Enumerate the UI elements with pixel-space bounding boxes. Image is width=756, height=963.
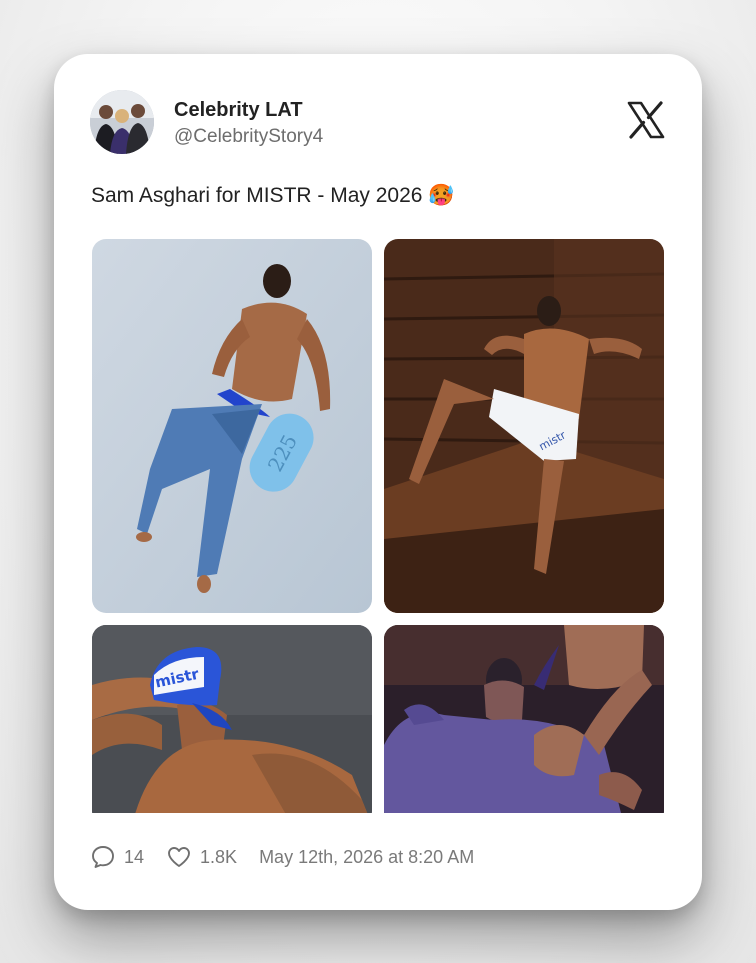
photo-1[interactable]: 225 xyxy=(92,239,372,613)
tweet-footer: 14 1.8K May 12th, 2026 at 8:20 AM xyxy=(90,842,666,872)
tweet-timestamp[interactable]: May 12th, 2026 at 8:20 AM xyxy=(259,847,474,868)
author-names: Celebrity LAT @CelebrityStory4 xyxy=(174,98,323,150)
like-count: 1.8K xyxy=(200,846,238,867)
heart-icon xyxy=(168,847,190,867)
photo-4[interactable] xyxy=(384,625,664,813)
reply-button[interactable]: 14 xyxy=(90,844,144,870)
author-handle[interactable]: @CelebrityStory4 xyxy=(174,124,323,150)
media-grid: 225 mistr mistr xyxy=(92,239,664,813)
avatar-image xyxy=(90,90,154,154)
x-logo-icon[interactable] xyxy=(626,100,666,140)
speech-bubble-icon xyxy=(92,846,114,868)
photo-3[interactable]: mistr xyxy=(92,625,372,813)
author-display-name[interactable]: Celebrity LAT xyxy=(174,98,323,122)
photo-2[interactable]: mistr xyxy=(384,239,664,613)
like-button[interactable]: 1.8K xyxy=(166,844,237,870)
reply-count: 14 xyxy=(124,846,145,867)
avatar[interactable] xyxy=(90,90,154,154)
tweet-card: Celebrity LAT @CelebrityStory4 Sam Asgha… xyxy=(54,54,702,910)
tweet-text: Sam Asghari for MISTR - May 2026 🥵 xyxy=(91,184,455,207)
tweet-header: Celebrity LAT @CelebrityStory4 xyxy=(90,90,666,156)
